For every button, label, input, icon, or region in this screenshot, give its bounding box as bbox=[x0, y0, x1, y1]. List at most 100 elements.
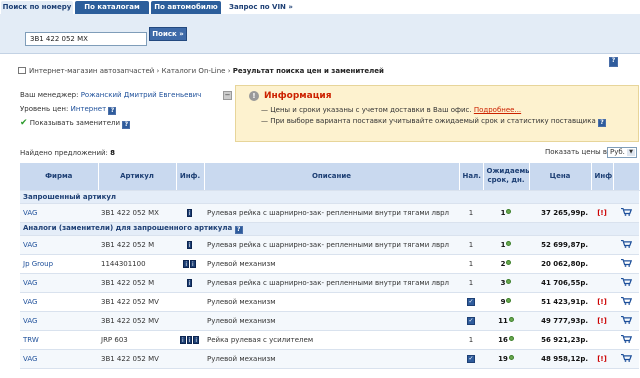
chevron-down-icon: ▼ bbox=[627, 149, 635, 156]
row-firm[interactable]: Jp Group bbox=[20, 254, 98, 274]
row-article: 3B1 422 052 MV bbox=[98, 292, 176, 312]
row-price: 20 062,80р. bbox=[529, 254, 591, 274]
help-icon[interactable]: ? bbox=[108, 107, 117, 115]
show-substitutes-label[interactable]: Показывать заменители bbox=[30, 119, 120, 127]
breadcrumb-catalogs[interactable]: Каталоги On-Line bbox=[162, 67, 226, 75]
info-icon[interactable]: i bbox=[186, 240, 193, 249]
row-desc: Рулевая рейка с шарнирно-зак- репленными… bbox=[204, 203, 459, 223]
warning-badge[interactable]: [!] bbox=[597, 298, 607, 306]
row-desc: Рейка рулевая с усилителем bbox=[204, 330, 459, 350]
info-icon[interactable]: i bbox=[183, 259, 189, 268]
row-firm[interactable]: VAG bbox=[20, 349, 98, 369]
col-firm[interactable]: Фирма bbox=[20, 163, 99, 191]
more-link[interactable]: Подробнее... bbox=[474, 106, 521, 114]
table-row: VAG 3B1 422 052 MV Рулевой механизм ✓ 9 51 42… bbox=[20, 292, 639, 312]
avail-value: 1 bbox=[468, 259, 474, 268]
tab-vin-request[interactable]: Запрос по VIN » bbox=[229, 1, 299, 14]
row-firm[interactable]: TRW bbox=[20, 330, 98, 350]
info-icon[interactable]: i bbox=[193, 335, 199, 344]
row-warn bbox=[591, 235, 613, 255]
info-icon[interactable]: i bbox=[186, 208, 193, 217]
price-level-value[interactable]: Интернет bbox=[71, 105, 107, 113]
cart-icon[interactable] bbox=[620, 296, 632, 305]
section-row: Запрошенный артикул bbox=[20, 190, 639, 204]
avail-value: 1 bbox=[468, 208, 474, 217]
row-days: 3 bbox=[483, 273, 529, 293]
checkbox-icon[interactable]: ✓ bbox=[467, 298, 475, 306]
supplier-stat-icon[interactable] bbox=[506, 208, 512, 214]
col-desc: Описание bbox=[204, 163, 460, 191]
row-firm[interactable]: VAG bbox=[20, 311, 98, 331]
row-days: 9 bbox=[483, 292, 529, 312]
info-icon: ! bbox=[249, 91, 259, 101]
col-avail[interactable]: Нал. bbox=[459, 163, 484, 191]
cart-icon[interactable] bbox=[620, 353, 632, 362]
info-icon[interactable]: i bbox=[179, 335, 186, 344]
table-row: VAG 3B1 422 052 MV Рулевой механизм ✓ 11 49 7… bbox=[20, 311, 639, 331]
row-firm[interactable]: VAG bbox=[20, 273, 98, 293]
info-line-2: — При выборе варианта поставки учитывайт… bbox=[261, 117, 606, 127]
cart-icon[interactable] bbox=[620, 277, 632, 286]
cart-icon[interactable] bbox=[620, 239, 632, 248]
cart-icon[interactable] bbox=[620, 258, 632, 267]
row-warn: [!] bbox=[591, 311, 613, 331]
row-cart bbox=[613, 235, 639, 255]
row-avail: ✓ bbox=[459, 349, 483, 369]
info-icon[interactable]: i bbox=[186, 278, 193, 287]
found-count: Найдено предложений: 8 bbox=[20, 149, 115, 157]
breadcrumb-separator: › bbox=[156, 67, 160, 75]
row-firm[interactable]: VAG bbox=[20, 292, 98, 312]
warning-badge[interactable]: [!] bbox=[597, 317, 607, 325]
supplier-stat-icon[interactable] bbox=[508, 316, 514, 322]
help-icon[interactable]: ? bbox=[597, 119, 606, 127]
table-row: VAG 3B1 422 052 M i Рулевая рейка с шарнирн… bbox=[20, 235, 639, 255]
supplier-stat-icon[interactable] bbox=[508, 335, 514, 341]
row-inf bbox=[176, 311, 204, 331]
supplier-stat-icon[interactable] bbox=[506, 240, 512, 246]
row-cart bbox=[613, 254, 639, 274]
info-line-2-text: — При выборе варианта поставки учитывайт… bbox=[261, 117, 596, 125]
supplier-stat-icon[interactable] bbox=[508, 354, 514, 360]
row-firm[interactable]: VAG bbox=[20, 235, 98, 255]
col-inf: Инф. bbox=[176, 163, 205, 191]
breadcrumb-shop[interactable]: Интернет-магазин автозапчастей bbox=[29, 67, 154, 75]
cart-icon[interactable] bbox=[620, 315, 632, 324]
supplier-stat-icon[interactable] bbox=[506, 278, 512, 284]
col-price[interactable]: Цена bbox=[529, 163, 592, 191]
row-inf: i bbox=[176, 235, 204, 255]
tab-by-catalogs[interactable]: По каталогам bbox=[75, 1, 149, 14]
supplier-stat-icon[interactable] bbox=[506, 297, 512, 303]
row-cart bbox=[613, 292, 639, 312]
col-days[interactable]: Ожидаемый срок, дн. bbox=[483, 163, 530, 191]
row-cart bbox=[613, 311, 639, 331]
row-desc: Рулевая рейка с шарнирно-зак- репленными… bbox=[204, 235, 459, 255]
cart-icon[interactable] bbox=[620, 334, 632, 343]
tab-search-by-number[interactable]: Поиск по номеру bbox=[1, 1, 73, 14]
col-article[interactable]: Артикул bbox=[98, 163, 177, 191]
tab-by-car[interactable]: По автомобилю bbox=[151, 1, 221, 14]
search-button[interactable]: Поиск » bbox=[149, 27, 187, 41]
currency-select[interactable]: Руб. ▼ bbox=[607, 147, 637, 158]
help-icon[interactable]: ? bbox=[609, 57, 618, 67]
warning-badge[interactable]: [!] bbox=[597, 209, 607, 217]
collapse-icon[interactable]: − bbox=[223, 91, 232, 100]
row-firm[interactable]: VAG bbox=[20, 203, 98, 223]
warning-badge[interactable]: [!] bbox=[597, 355, 607, 363]
breadcrumb: Интернет-магазин автозапчастей › Каталог… bbox=[18, 66, 384, 76]
checkbox-icon[interactable]: ✓ bbox=[467, 355, 475, 363]
manager-name[interactable]: Рожанский Дмитрий Евгеньевич bbox=[81, 91, 202, 99]
row-warn bbox=[591, 330, 613, 350]
search-input[interactable]: 3B1 422 052 MX bbox=[25, 32, 147, 46]
supplier-stat-icon[interactable] bbox=[506, 259, 512, 265]
info-icon[interactable]: i bbox=[190, 259, 196, 268]
cart-icon[interactable] bbox=[620, 207, 632, 216]
top-tabs: Поиск по номеру По каталогам По автомоби… bbox=[0, 0, 640, 14]
help-icon[interactable]: ? bbox=[122, 121, 131, 129]
checkbox-icon[interactable]: ✓ bbox=[467, 317, 475, 325]
row-avail: ✓ bbox=[459, 311, 483, 331]
days-value: 3 bbox=[500, 278, 506, 287]
info-icon[interactable]: i bbox=[186, 335, 193, 344]
help-icon[interactable]: ? bbox=[234, 226, 243, 234]
checkmark-icon[interactable]: ✔ bbox=[20, 118, 28, 128]
found-label: Найдено предложений: bbox=[20, 149, 108, 157]
